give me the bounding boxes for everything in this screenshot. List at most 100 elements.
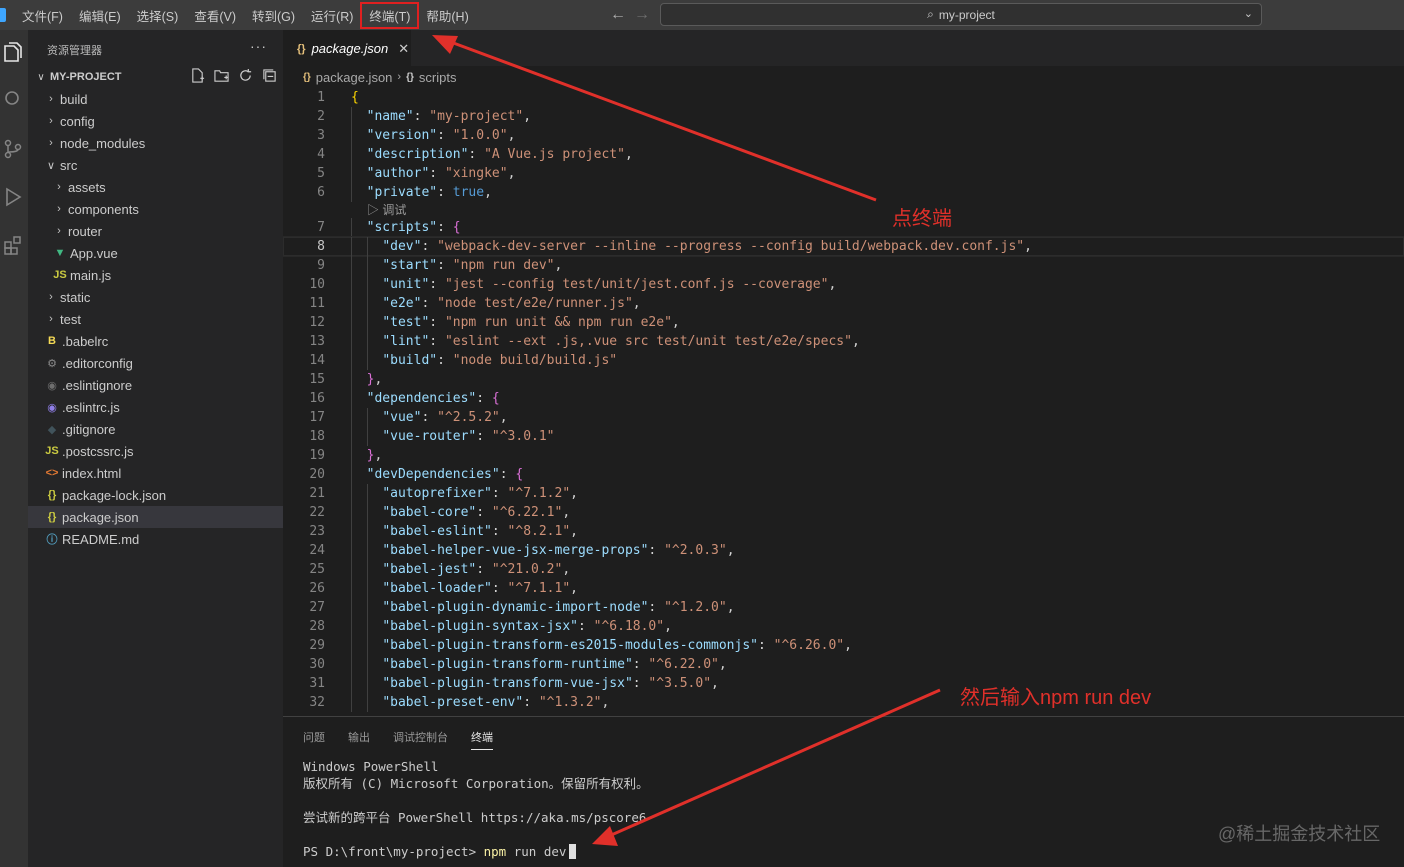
explorer-icon[interactable] [2,42,24,64]
babel-icon: B [48,335,56,347]
tree-item-label: .eslintignore [62,377,133,393]
tree-item[interactable]: <> index.html [28,462,283,484]
tree-item-label: static [60,289,91,305]
new-file-icon[interactable] [190,68,205,83]
panel-tab-3[interactable]: 终端 [471,729,493,750]
code-line: 7 "scripts": { [283,218,1404,237]
code-text: "unit": "jest --config test/unit/jest.co… [382,277,837,292]
menu-item-7[interactable]: 帮助(H) [418,3,476,28]
tree-item[interactable]: ⚙ .editorconfig [28,352,283,374]
code-line: 21 "autoprefixer": "^7.1.2", [283,484,1404,503]
tree-item[interactable]: › build [28,88,283,110]
terminal-line: 版权所有 (C) Microsoft Corporation。保留所有权利。 [303,776,649,791]
panel-tab-0[interactable]: 问题 [303,729,325,750]
json-icon: {} [47,511,57,523]
code-line: 8 "dev": "webpack-dev-server --inline --… [283,236,1404,257]
code-line: 22 "babel-core": "^6.22.1", [283,503,1404,522]
tree-item-label: test [60,311,81,327]
back-arrow-icon[interactable]: ← [610,6,626,24]
code-line: 4 "description": "A Vue.js project", [283,145,1404,164]
menu-item-2[interactable]: 选择(S) [129,3,187,28]
codelens-debug-label[interactable]: ▷ 调试 [367,202,406,218]
tree-item[interactable]: JS .postcssrc.js [28,440,283,462]
menu-item-4[interactable]: 转到(G) [244,3,303,28]
chevron-right-icon: › [49,93,53,105]
terminal-prompt-line[interactable]: PS D:\front\my-project> npm run dev [303,843,649,860]
tree-item[interactable]: ∨ src [28,154,283,176]
command-center[interactable]: ⌕ my-project ⌄ [660,3,1262,26]
tab-package-json[interactable]: {} package.json ✕ [283,30,411,66]
code-line: 19 }, [283,446,1404,465]
line-number: 11 [309,296,325,311]
tree-item[interactable]: ◉ .eslintignore [28,374,283,396]
refresh-icon[interactable] [238,68,253,83]
search-icon[interactable] [2,88,24,110]
tree-item[interactable]: B .babelrc [28,330,283,352]
source-control-icon[interactable] [2,138,24,160]
line-number: 4 [317,147,325,162]
new-folder-icon[interactable] [214,68,229,83]
codelens-debug[interactable]: ▷ 调试 [283,202,1404,218]
json-icon: {} [303,71,311,83]
menu-item-6[interactable]: 终端(T) [360,1,420,29]
tab-label: package.json [311,41,389,56]
close-icon[interactable]: ✕ [398,41,409,57]
code-text: "babel-helper-vue-jsx-merge-props": "^2.… [382,543,735,558]
tree-item[interactable]: JS main.js [28,264,283,286]
more-actions-icon[interactable]: ··· [250,38,267,54]
code-editor[interactable]: 1{2 "name": "my-project", 3 "version": "1… [283,88,1404,716]
tree-item[interactable]: ⓘ README.md [28,528,283,550]
line-number: 22 [309,505,325,520]
tree-item[interactable]: › assets [28,176,283,198]
chevron-down-icon[interactable]: ⌄ [1244,7,1253,20]
tree-item-label: README.md [62,531,140,547]
collapse-all-icon[interactable] [262,68,277,83]
terminal[interactable]: Windows PowerShell 版权所有 (C) Microsoft Cor… [303,758,649,860]
menu-item-5[interactable]: 运行(R) [303,3,361,28]
tree-item[interactable]: › components [28,198,283,220]
tree-item[interactable]: › static [28,286,283,308]
tree-item[interactable]: ◉ .eslintrc.js [28,396,283,418]
breadcrumb-symbol[interactable]: scripts [419,70,457,85]
code-line: 2 "name": "my-project", [283,107,1404,126]
code-text: "babel-plugin-dynamic-import-node": "^1.… [382,600,735,615]
code-line: 15 }, [283,370,1404,389]
panel-tab-2[interactable]: 调试控制台 [393,729,448,750]
tree-item[interactable]: {} package-lock.json [28,484,283,506]
panel-tab-1[interactable]: 输出 [348,729,370,750]
tree-item[interactable]: ◆ .gitignore [28,418,283,440]
code-text: "babel-plugin-syntax-jsx": "^6.18.0", [382,619,672,634]
code-line: 3 "version": "1.0.0", [283,126,1404,145]
line-number: 8 [317,239,325,254]
tree-item[interactable]: {} package.json [28,506,283,528]
tree-item-label: assets [68,179,106,195]
breadcrumb: {} package.json › {} scripts [283,66,1404,88]
eslint-icon: ◉ [47,401,57,414]
menu-item-0[interactable]: 文件(F) [14,3,71,28]
tree-item[interactable]: › config [28,110,283,132]
tree-item-label: src [60,157,78,173]
menu-item-1[interactable]: 编辑(E) [71,3,129,28]
chevron-right-icon: › [49,115,53,127]
code-line: 10 "unit": "jest --config test/unit/jest… [283,275,1404,294]
code-line: 31 "babel-plugin-transform-vue-jsx": "^3… [283,674,1404,693]
line-number: 19 [309,448,325,463]
forward-arrow-icon[interactable]: → [634,6,650,24]
code-line: 20 "devDependencies": { [283,465,1404,484]
code-line: 23 "babel-eslint": "^8.2.1", [283,522,1404,541]
extensions-icon[interactable] [2,234,24,256]
code-line: 16 "dependencies": { [283,389,1404,408]
code-text: "babel-preset-env": "^1.3.2", [382,695,610,710]
tree-item[interactable]: › router [28,220,283,242]
menu-item-3[interactable]: 查看(V) [186,3,244,28]
tree-item[interactable]: › test [28,308,283,330]
tree-item-label: node_modules [60,135,146,151]
code-line: 5 "author": "xingke", [283,164,1404,183]
line-number: 25 [309,562,325,577]
breadcrumb-file[interactable]: package.json [316,70,393,85]
tree-item[interactable]: › node_modules [28,132,283,154]
tree-item-label: index.html [62,465,122,481]
chevron-right-icon: › [49,291,53,303]
tree-item[interactable]: ▼ App.vue [28,242,283,264]
run-debug-icon[interactable] [2,186,24,208]
